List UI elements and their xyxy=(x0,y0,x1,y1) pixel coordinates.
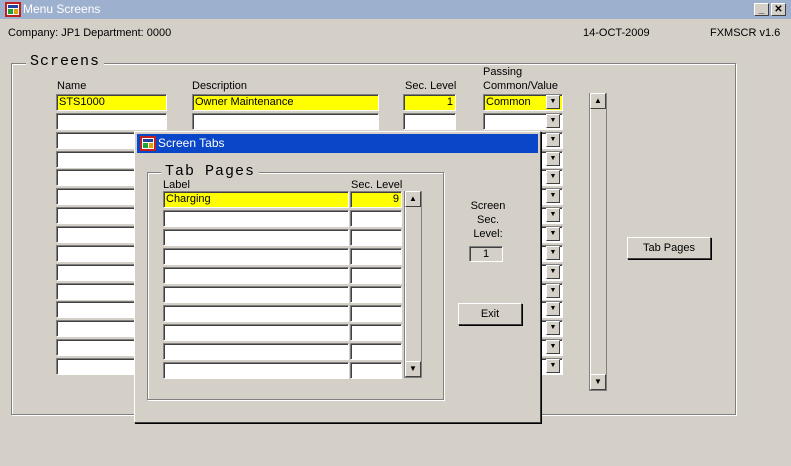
tab-sec-level-field[interactable] xyxy=(350,210,402,227)
screen-sec-level-value: 1 xyxy=(469,246,503,262)
screen-sec-level-label-2: Sec. xyxy=(476,214,499,226)
tab-pages-button[interactable]: Tab Pages xyxy=(627,237,711,259)
tab-sec-level-field[interactable] xyxy=(350,248,402,265)
company-department-label: Company: JP1 Department: 0000 xyxy=(8,27,172,39)
chevron-down-icon[interactable]: ▼ xyxy=(546,95,560,109)
screen-description-field[interactable] xyxy=(192,113,379,130)
tab-sec-level-field[interactable] xyxy=(350,324,402,341)
dialog-titlebar[interactable]: Screen Tabs xyxy=(137,134,538,153)
window-title: Menu Screens xyxy=(23,2,101,16)
tab-sec-level-field[interactable] xyxy=(350,267,402,284)
window-titlebar[interactable]: Menu Screens _ ✕ xyxy=(0,0,791,19)
scroll-down-icon[interactable]: ▼ xyxy=(405,361,421,377)
sec-level-column-header: Sec. Level xyxy=(405,80,457,92)
tab-label-field[interactable] xyxy=(163,267,349,284)
screen-tabs-dialog: Screen Tabs Tab Pages Label Sec. Level ▲… xyxy=(134,131,541,423)
tab-label-field[interactable] xyxy=(163,343,349,360)
form-version-label: FXMSCR v1.6 xyxy=(710,27,781,39)
name-column-header: Name xyxy=(57,80,87,92)
tab-pages-group-title: Tab Pages xyxy=(161,164,260,179)
description-column-header: Description xyxy=(192,80,248,92)
tab-label-field[interactable] xyxy=(163,324,349,341)
chevron-down-icon[interactable]: ▼ xyxy=(546,208,560,222)
scroll-up-icon[interactable]: ▲ xyxy=(405,191,421,207)
chevron-down-icon[interactable]: ▼ xyxy=(546,189,560,203)
exit-button[interactable]: Exit xyxy=(458,303,522,325)
tab-label-field[interactable] xyxy=(163,210,349,227)
tab-sec-level-field[interactable] xyxy=(350,305,402,322)
screen-sec-level-label-3: Level: xyxy=(473,228,503,240)
minimize-button[interactable]: _ xyxy=(754,3,769,16)
screen-name-field[interactable]: STS1000 xyxy=(56,94,167,111)
screens-group-title: Screens xyxy=(26,54,105,69)
date-label: 14-OCT-2009 xyxy=(583,27,650,39)
chevron-down-icon[interactable]: ▼ xyxy=(546,152,560,166)
chevron-down-icon[interactable]: ▼ xyxy=(546,133,560,147)
tab-sec-level-field[interactable] xyxy=(350,229,402,246)
chevron-down-icon[interactable]: ▼ xyxy=(546,321,560,335)
tab-pages-scrollbar[interactable] xyxy=(404,191,422,378)
common-value-column-header: Common/Value xyxy=(483,80,558,92)
tab-label-field[interactable]: Charging xyxy=(163,191,349,208)
screens-scrollbar[interactable] xyxy=(589,93,607,391)
chevron-down-icon[interactable]: ▼ xyxy=(546,227,560,241)
chevron-down-icon[interactable]: ▼ xyxy=(546,114,560,128)
tab-sec-level-field[interactable]: 9 xyxy=(350,191,402,208)
info-bar: Company: JP1 Department: 0000 14-OCT-200… xyxy=(0,20,791,40)
chevron-down-icon[interactable]: ▼ xyxy=(546,302,560,316)
scroll-up-icon[interactable]: ▲ xyxy=(590,93,606,109)
close-button[interactable]: ✕ xyxy=(771,3,786,16)
screen-sec-level-field[interactable] xyxy=(403,113,456,130)
screen-description-field[interactable]: Owner Maintenance xyxy=(192,94,379,111)
tab-sec-level-field[interactable] xyxy=(350,362,402,379)
tab-label-field[interactable] xyxy=(163,305,349,322)
passing-column-header: Passing xyxy=(483,66,523,78)
chevron-down-icon[interactable]: ▼ xyxy=(546,284,560,298)
tab-label-field[interactable] xyxy=(163,248,349,265)
chevron-down-icon[interactable]: ▼ xyxy=(546,265,560,279)
tab-label-field[interactable] xyxy=(163,362,349,379)
chevron-down-icon[interactable]: ▼ xyxy=(546,170,560,184)
screen-name-field[interactable] xyxy=(56,113,167,130)
tab-sec-level-field[interactable] xyxy=(350,343,402,360)
screen-sec-level-field[interactable]: 1 xyxy=(403,94,456,111)
tab-label-field[interactable] xyxy=(163,229,349,246)
tab-sec-level-field[interactable] xyxy=(350,286,402,303)
chevron-down-icon[interactable]: ▼ xyxy=(546,340,560,354)
oracle-forms-icon xyxy=(140,136,156,151)
dialog-title: Screen Tabs xyxy=(158,136,225,150)
oracle-forms-icon xyxy=(5,2,21,17)
screen-sec-level-label: Screen xyxy=(470,200,506,212)
scroll-down-icon[interactable]: ▼ xyxy=(590,374,606,390)
chevron-down-icon[interactable]: ▼ xyxy=(546,246,560,260)
chevron-down-icon[interactable]: ▼ xyxy=(546,359,560,373)
tab-label-field[interactable] xyxy=(163,286,349,303)
